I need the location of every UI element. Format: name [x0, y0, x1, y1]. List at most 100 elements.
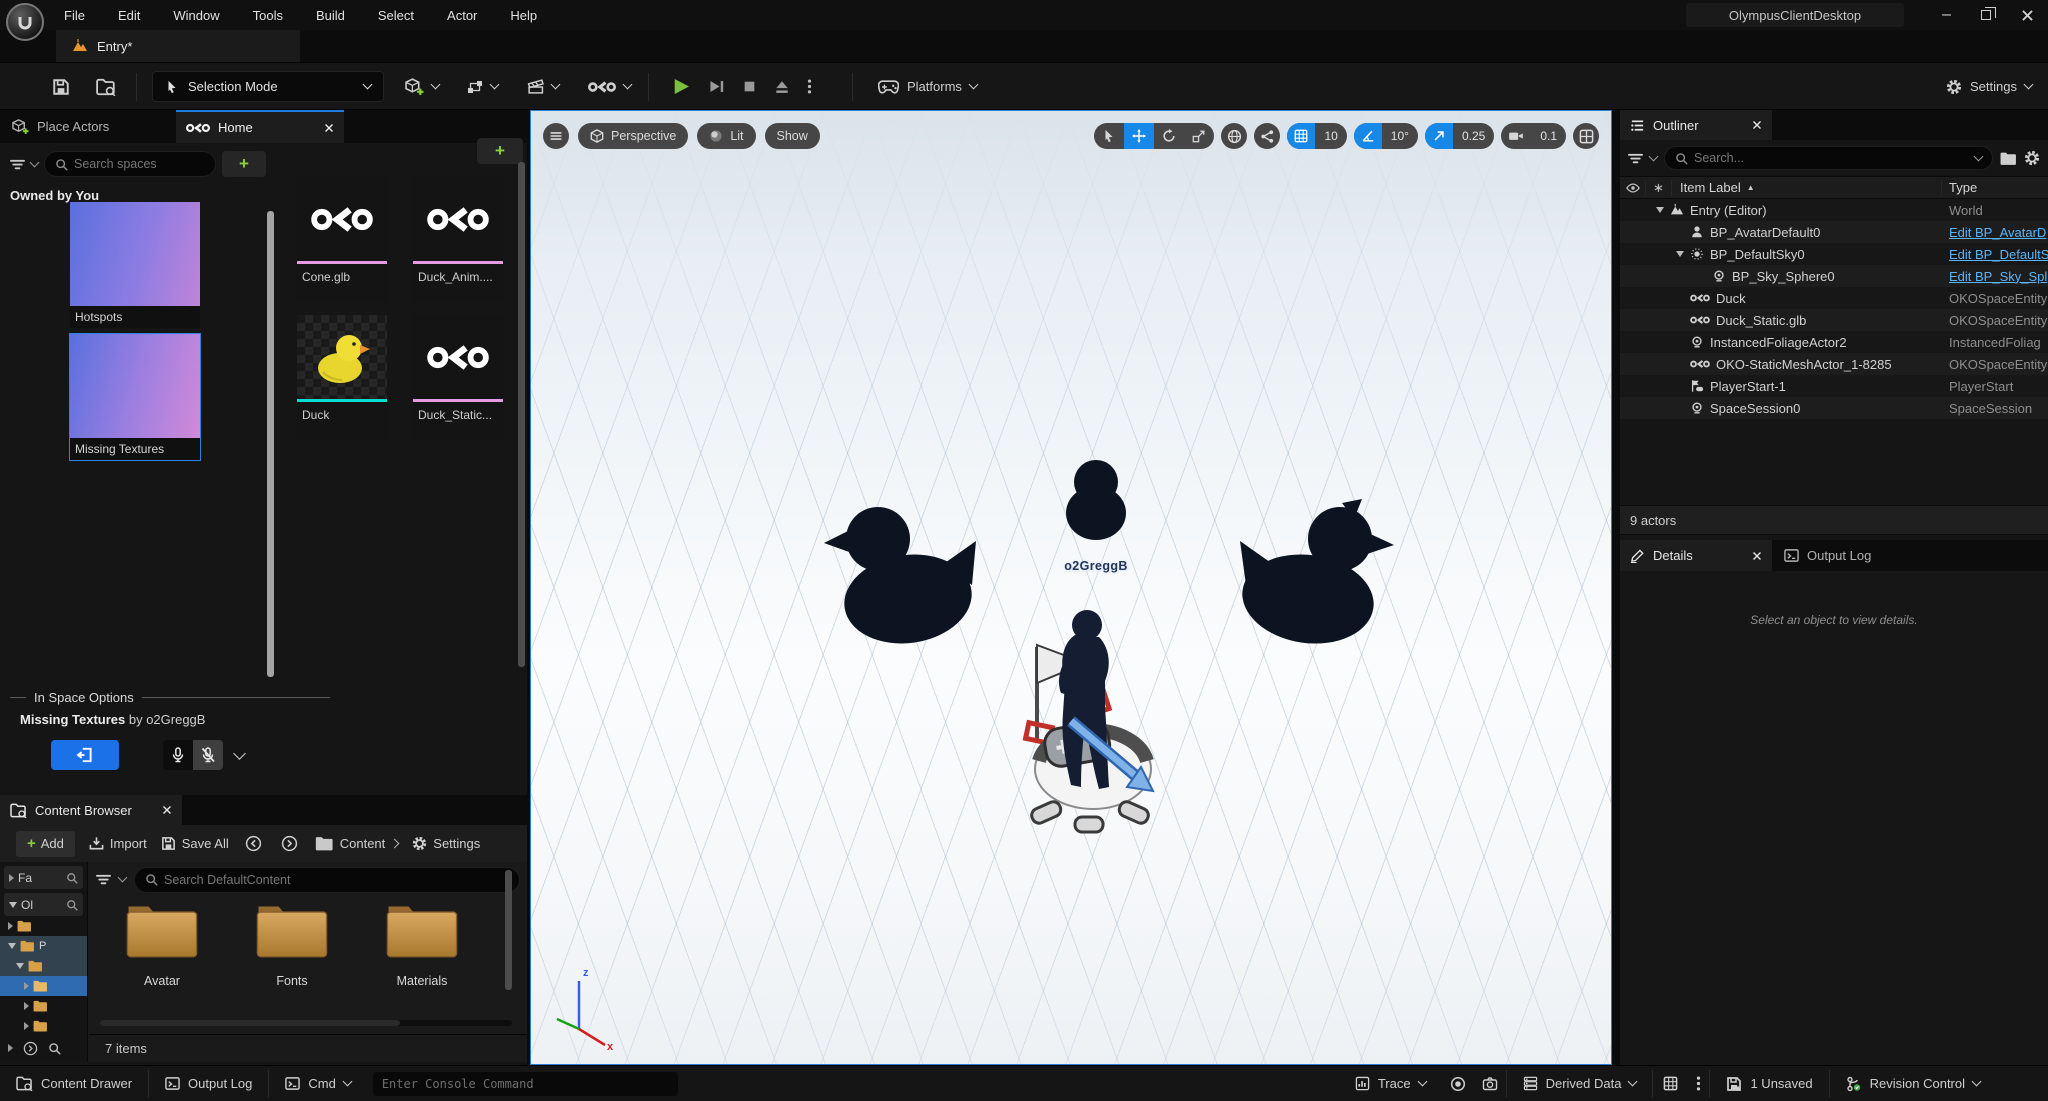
cb-vertical-scrollbar[interactable] [505, 870, 512, 1012]
outliner-row-staticmesh[interactable]: OKO-StaticMeshActor_1-8285 OKOSpaceEntit… [1620, 353, 2048, 375]
revision-control-dropdown[interactable]: Revision Control [1830, 1066, 1996, 1101]
spaces-search[interactable] [44, 151, 216, 177]
viewport-menu-button[interactable] [543, 123, 569, 149]
audio-options-chevron[interactable] [233, 747, 246, 760]
folder-avatar[interactable]: Avatar [112, 902, 212, 988]
type-column[interactable]: Type [1942, 180, 2048, 195]
menu-item-tools[interactable]: Tools [253, 8, 283, 23]
outliner-row-skysphere[interactable]: BP_Sky_Sphere0 Edit BP_Sky_Spl [1620, 265, 2048, 287]
lit-dropdown[interactable]: Lit [697, 123, 755, 149]
cb-tree-row-selected[interactable] [0, 976, 87, 996]
scale-tool-button[interactable] [1184, 123, 1214, 149]
minimize-button[interactable]: – [1942, 6, 1951, 24]
outliner-row-avatar[interactable]: BP_AvatarDefault0 Edit BP_AvatarD [1620, 221, 2048, 243]
add-button[interactable]: + Add [16, 831, 75, 857]
add-source-button[interactable] [23, 1041, 38, 1056]
spaces-search-input[interactable] [74, 157, 205, 171]
camera-speed-value[interactable]: 0.1 [1531, 123, 1566, 149]
new-folder-button[interactable] [2000, 151, 2017, 166]
actor-snap-button[interactable] [1254, 123, 1280, 149]
restore-button[interactable] [1981, 10, 1991, 20]
folder-fonts[interactable]: Fonts [242, 902, 342, 988]
menu-item-select[interactable]: Select [378, 8, 414, 23]
unreal-logo-icon[interactable] [6, 3, 44, 41]
blueprints-dropdown[interactable] [467, 63, 498, 110]
save-button[interactable] [52, 78, 70, 96]
folder-materials[interactable]: Materials [372, 902, 472, 988]
menu-item-actor[interactable]: Actor [447, 8, 477, 23]
derived-data-dropdown[interactable]: Derived Data [1507, 1066, 1653, 1101]
tab-output-log[interactable]: Output Log [1772, 540, 1922, 571]
menu-item-build[interactable]: Build [316, 8, 345, 23]
tab-level-entry[interactable]: Entry* [56, 30, 300, 62]
chevron-down-icon[interactable] [1974, 151, 1984, 161]
chevron-down-icon[interactable] [1649, 151, 1659, 161]
asset-tile-duck[interactable]: Duck [297, 315, 387, 439]
save-all-button[interactable]: Save All [161, 836, 229, 851]
player-start-gizmo[interactable] [1026, 610, 1153, 832]
cb-search-input[interactable] [164, 873, 509, 887]
outliner-search-input[interactable] [1694, 151, 1969, 165]
stop-button[interactable] [742, 79, 757, 94]
close-button[interactable] [2021, 9, 2034, 22]
pin-column-icon[interactable]: ∗ [1646, 180, 1672, 196]
search-icon[interactable] [48, 1042, 61, 1055]
outliner-row-spacesession[interactable]: SpaceSession0 SpaceSession [1620, 397, 2048, 419]
spaces-scrollbar[interactable] [267, 205, 274, 693]
menu-item-window[interactable]: Window [173, 8, 219, 23]
cb-search[interactable] [134, 867, 520, 893]
cb-tree-row[interactable]: P [0, 936, 87, 956]
angle-snap-toggle[interactable] [1354, 123, 1382, 149]
tab-outliner[interactable]: Outliner [1620, 110, 1772, 140]
tab-home[interactable]: Home [176, 110, 344, 143]
outliner-row-sky[interactable]: BP_DefaultSky0 Edit BP_DefaultS [1620, 243, 2048, 265]
cb-sources-header[interactable]: Ol [4, 893, 83, 916]
console-command-input[interactable] [382, 1077, 669, 1091]
cb-tree-row[interactable] [0, 1016, 87, 1036]
item-label-column[interactable]: Item Label▲ [1672, 180, 1942, 195]
cb-tree-row[interactable] [0, 956, 87, 976]
eye-icon[interactable] [1626, 181, 1640, 195]
grid-snap-value[interactable]: 10 [1315, 123, 1346, 149]
scale-snap-value[interactable]: 0.25 [1453, 123, 1494, 149]
scale-snap-toggle[interactable] [1425, 123, 1453, 149]
outliner-search[interactable] [1664, 146, 1993, 170]
add-actor-dropdown[interactable] [405, 63, 439, 110]
menu-item-file[interactable]: File [64, 8, 85, 23]
trace-dropdown[interactable]: Trace [1339, 1066, 1442, 1101]
surface-snap-button[interactable] [1221, 123, 1247, 149]
oko-dropdown[interactable] [588, 63, 631, 110]
show-dropdown[interactable]: Show [765, 123, 820, 149]
grid-snap-toggle[interactable] [1287, 123, 1315, 149]
filter-icon[interactable] [96, 872, 111, 887]
space-tile-missing-textures[interactable]: Missing Textures [70, 334, 200, 460]
expand-caret[interactable] [1676, 251, 1684, 257]
edit-blueprint-link[interactable]: Edit BP_DefaultS [1942, 247, 2048, 262]
outliner-row-foliage[interactable]: InstancedFoliageActor2 InstancedFoliag [1620, 331, 2048, 353]
expand-sources-button[interactable] [8, 1044, 13, 1052]
filter-icon[interactable] [1628, 151, 1643, 166]
platforms-dropdown[interactable]: Platforms [878, 63, 977, 110]
asset-tile-duck-anim[interactable]: Duck_Anim.... [413, 177, 503, 301]
add-asset-button[interactable]: + [477, 138, 523, 164]
cb-horizontal-scrollbar[interactable] [100, 1020, 512, 1026]
selection-mode-dropdown[interactable]: Selection Mode [152, 71, 384, 102]
filter-icon[interactable] [10, 157, 25, 172]
cb-settings-button[interactable]: Settings [412, 836, 480, 851]
cinematics-dropdown[interactable] [527, 63, 559, 110]
unsaved-button[interactable]: 1 Unsaved [1710, 1066, 1828, 1101]
viewport[interactable]: Perspective Lit Show 10 10 [530, 110, 1612, 1065]
assets-scrollbar[interactable] [518, 162, 525, 682]
play-options-kebab[interactable] [807, 79, 812, 94]
cb-tree-row[interactable] [0, 996, 87, 1016]
cb-favorites-header[interactable]: Fa [4, 866, 83, 889]
outliner-row-entry[interactable]: Entry (Editor) World [1620, 199, 2048, 221]
leave-space-button[interactable] [51, 740, 119, 770]
mic-off-button[interactable] [193, 740, 223, 770]
close-icon[interactable] [324, 123, 334, 133]
breadcrumb[interactable]: Content [315, 836, 399, 851]
frame-skip-button[interactable] [708, 78, 725, 95]
cmd-dropdown[interactable]: Cmd [269, 1066, 366, 1101]
tab-details[interactable]: Details [1620, 540, 1772, 571]
settings-dropdown[interactable]: Settings [1946, 63, 2032, 110]
